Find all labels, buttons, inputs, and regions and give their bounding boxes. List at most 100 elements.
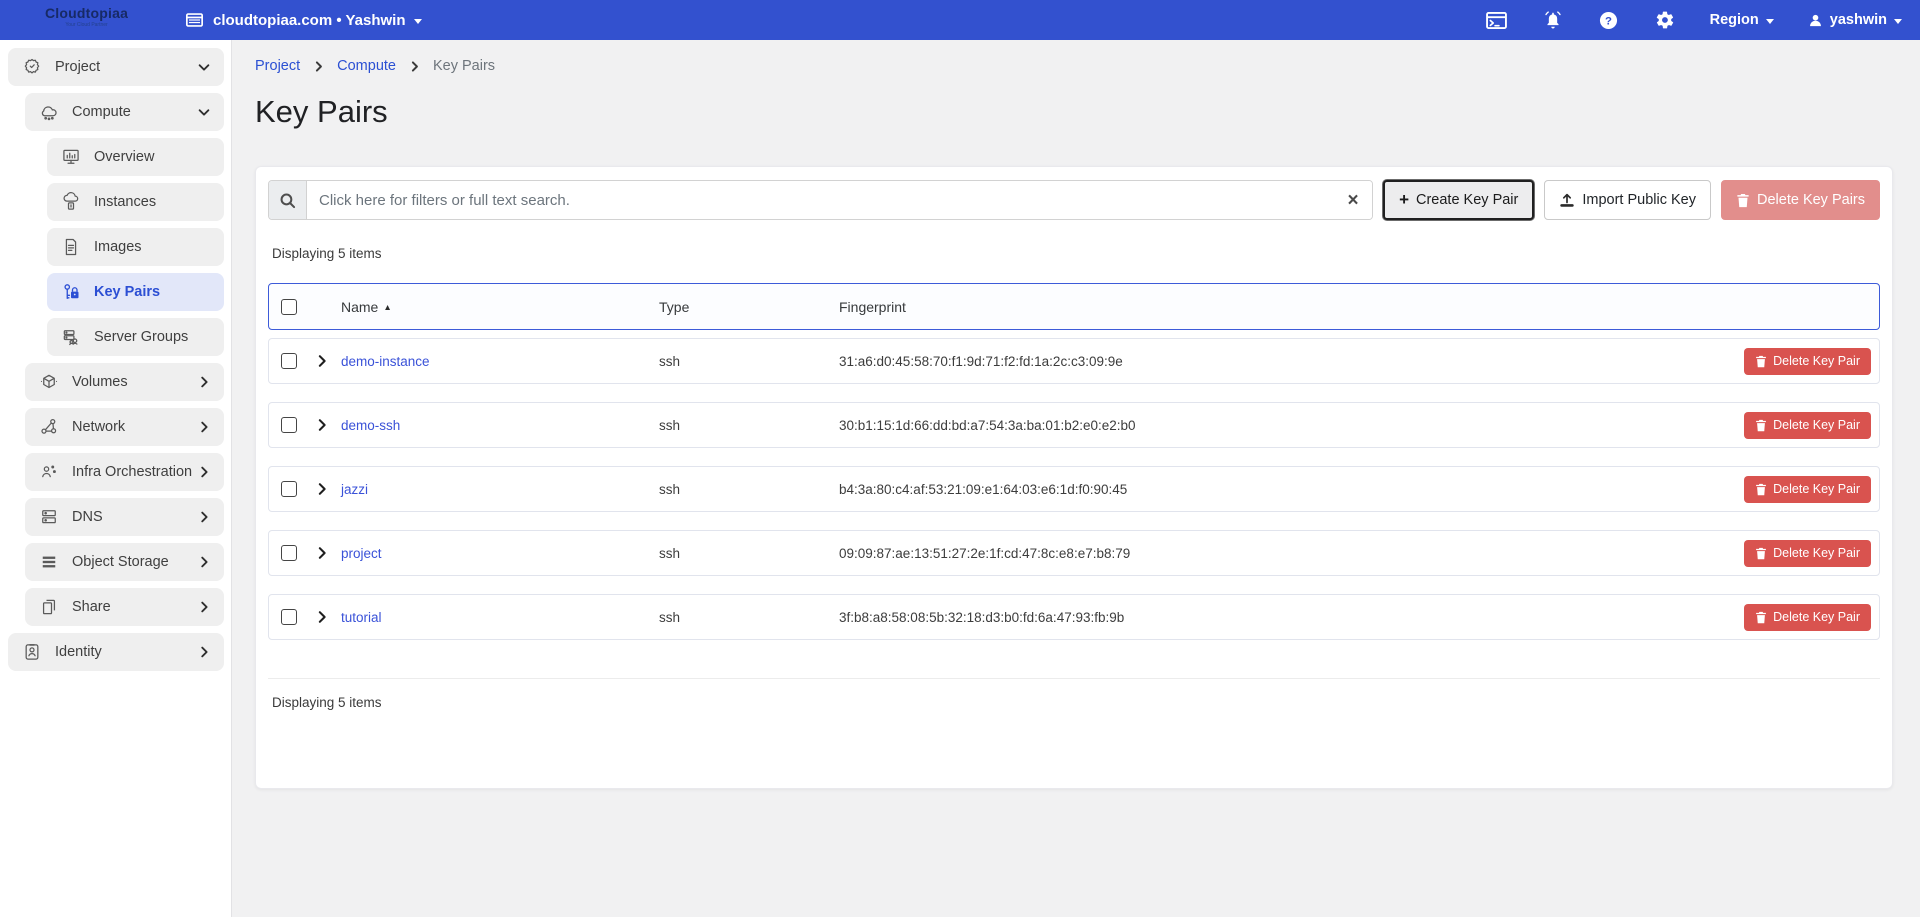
breadcrumb-link-project[interactable]: Project (255, 58, 300, 74)
row-checkbox[interactable] (281, 609, 297, 625)
key-pair-name-link[interactable]: tutorial (341, 610, 659, 625)
notifications-bell-icon[interactable] (1542, 9, 1564, 31)
key-pair-fingerprint: 09:09:87:ae:13:51:27:2e:1f:cd:47:8c:e8:e… (839, 546, 1743, 561)
region-menu[interactable]: Region (1710, 12, 1774, 28)
volumes-cube-icon (38, 372, 59, 393)
items-count-top: Displaying 5 items (272, 246, 1876, 261)
key-pair-name-link[interactable]: project (341, 546, 659, 561)
sidebar-item-label: Instances (94, 194, 211, 210)
key-pair-fingerprint: b4:3a:80:c4:af:53:21:09:e1:64:03:e6:1d:f… (839, 482, 1743, 497)
chevron-right-icon (197, 510, 211, 524)
import-public-key-label: Import Public Key (1582, 192, 1696, 208)
cloud-compute-icon (38, 102, 59, 123)
user-menu[interactable]: yashwin (1808, 12, 1902, 28)
breadcrumb-link-compute[interactable]: Compute (337, 58, 396, 74)
row-checkbox[interactable] (281, 353, 297, 369)
delete-key-pairs-label: Delete Key Pairs (1757, 192, 1865, 208)
sidebar-item-share[interactable]: Share (25, 588, 224, 626)
clear-search-button[interactable]: × (1334, 181, 1372, 219)
table-row: demo-instance ssh 31:a6:d0:45:58:70:f1:9… (268, 338, 1880, 384)
key-pair-type: ssh (659, 546, 839, 561)
expand-row-icon[interactable] (315, 418, 329, 432)
project-badge-icon (21, 57, 42, 78)
sidebar-item-server-groups[interactable]: Server Groups (47, 318, 224, 356)
column-header-fingerprint[interactable]: Fingerprint (839, 299, 1743, 315)
object-storage-list-icon (38, 552, 59, 573)
row-checkbox[interactable] (281, 417, 297, 433)
sidebar-item-images[interactable]: Images (47, 228, 224, 266)
server-groups-icon (60, 327, 81, 348)
images-document-icon (60, 237, 81, 258)
row-checkbox[interactable] (281, 481, 297, 497)
console-icon[interactable] (1486, 9, 1508, 31)
key-pair-name-link[interactable]: demo-instance (341, 354, 659, 369)
sidebar-item-volumes[interactable]: Volumes (25, 363, 224, 401)
topbar-actions: ? Region yashwin (1486, 0, 1902, 40)
expand-row-icon[interactable] (315, 610, 329, 624)
sidebar-item-label: Share (72, 599, 197, 615)
create-key-pair-button[interactable]: + Create Key Pair (1383, 180, 1534, 220)
sidebar-item-infra-orchestration[interactable]: Infra Orchestration (25, 453, 224, 491)
sidebar-item-project[interactable]: Project (8, 48, 224, 86)
sidebar-item-key-pairs[interactable]: Key Pairs (47, 273, 224, 311)
chevron-down-icon (197, 60, 211, 74)
sidebar-item-object-storage[interactable]: Object Storage (25, 543, 224, 581)
trash-icon (1755, 419, 1767, 432)
delete-key-pair-button[interactable]: Delete Key Pair (1744, 348, 1871, 375)
delete-key-pairs-button[interactable]: Delete Key Pairs (1721, 180, 1880, 220)
key-pair-name-link[interactable]: jazzi (341, 482, 659, 497)
trash-icon (1736, 193, 1750, 208)
search-input[interactable] (307, 181, 1334, 219)
sidebar-item-network[interactable]: Network (25, 408, 224, 446)
sidebar-item-instances[interactable]: Instances (47, 183, 224, 221)
region-menu-label: Region (1710, 12, 1759, 28)
sidebar-item-label: Object Storage (72, 554, 197, 570)
sidebar-item-label: Identity (55, 644, 197, 660)
delete-key-pair-button[interactable]: Delete Key Pair (1744, 412, 1871, 439)
upload-icon (1559, 192, 1575, 208)
sidebar-item-dns[interactable]: DNS (25, 498, 224, 536)
expand-row-icon[interactable] (315, 354, 329, 368)
key-pairs-icon (60, 282, 81, 303)
trash-icon (1755, 547, 1767, 560)
caret-down-icon (1894, 19, 1902, 24)
trash-icon (1755, 611, 1767, 624)
search-icon[interactable] (269, 181, 307, 219)
expand-row-icon[interactable] (315, 546, 329, 560)
app-root: Cloudtopiaa Your Cloud Partner cloudtopi… (0, 0, 1920, 917)
chevron-right-icon (312, 60, 325, 73)
share-files-icon (38, 597, 59, 618)
domain-project-switcher[interactable]: cloudtopiaa.com • Yashwin (183, 0, 422, 40)
sidebar-item-label: Key Pairs (94, 284, 211, 300)
help-icon[interactable]: ? (1598, 9, 1620, 31)
sidebar-item-label: Project (55, 59, 197, 75)
caret-down-icon (414, 19, 422, 24)
user-icon (1808, 13, 1823, 28)
column-header-type[interactable]: Type (659, 299, 839, 315)
key-pair-type: ssh (659, 482, 839, 497)
sidebar-item-identity[interactable]: Identity (8, 633, 224, 671)
sidebar-item-compute[interactable]: Compute (25, 93, 224, 131)
column-header-name[interactable]: Name▲ (341, 299, 659, 315)
import-public-key-button[interactable]: Import Public Key (1544, 180, 1711, 220)
select-all-checkbox[interactable] (281, 299, 297, 315)
sidebar-item-overview[interactable]: Overview (47, 138, 224, 176)
row-checkbox[interactable] (281, 545, 297, 561)
user-menu-label: yashwin (1830, 12, 1887, 28)
chevron-down-icon (197, 105, 211, 119)
delete-key-pair-button[interactable]: Delete Key Pair (1744, 604, 1871, 631)
delete-key-pair-button[interactable]: Delete Key Pair (1744, 476, 1871, 503)
overview-dashboard-icon (60, 147, 81, 168)
chevron-right-icon (197, 420, 211, 434)
brand-logo[interactable]: Cloudtopiaa Your Cloud Partner (45, 5, 128, 28)
table-toolbar: × + Create Key Pair Import Public Key De… (268, 180, 1880, 220)
items-count-bottom: Displaying 5 items (272, 695, 1876, 710)
settings-gear-icon[interactable] (1654, 9, 1676, 31)
chevron-right-icon (197, 555, 211, 569)
key-pair-name-link[interactable]: demo-ssh (341, 418, 659, 433)
create-key-pair-label: Create Key Pair (1416, 192, 1518, 208)
table-footer: Displaying 5 items (268, 678, 1880, 770)
expand-row-icon[interactable] (315, 482, 329, 496)
chevron-right-icon (197, 465, 211, 479)
delete-key-pair-button[interactable]: Delete Key Pair (1744, 540, 1871, 567)
